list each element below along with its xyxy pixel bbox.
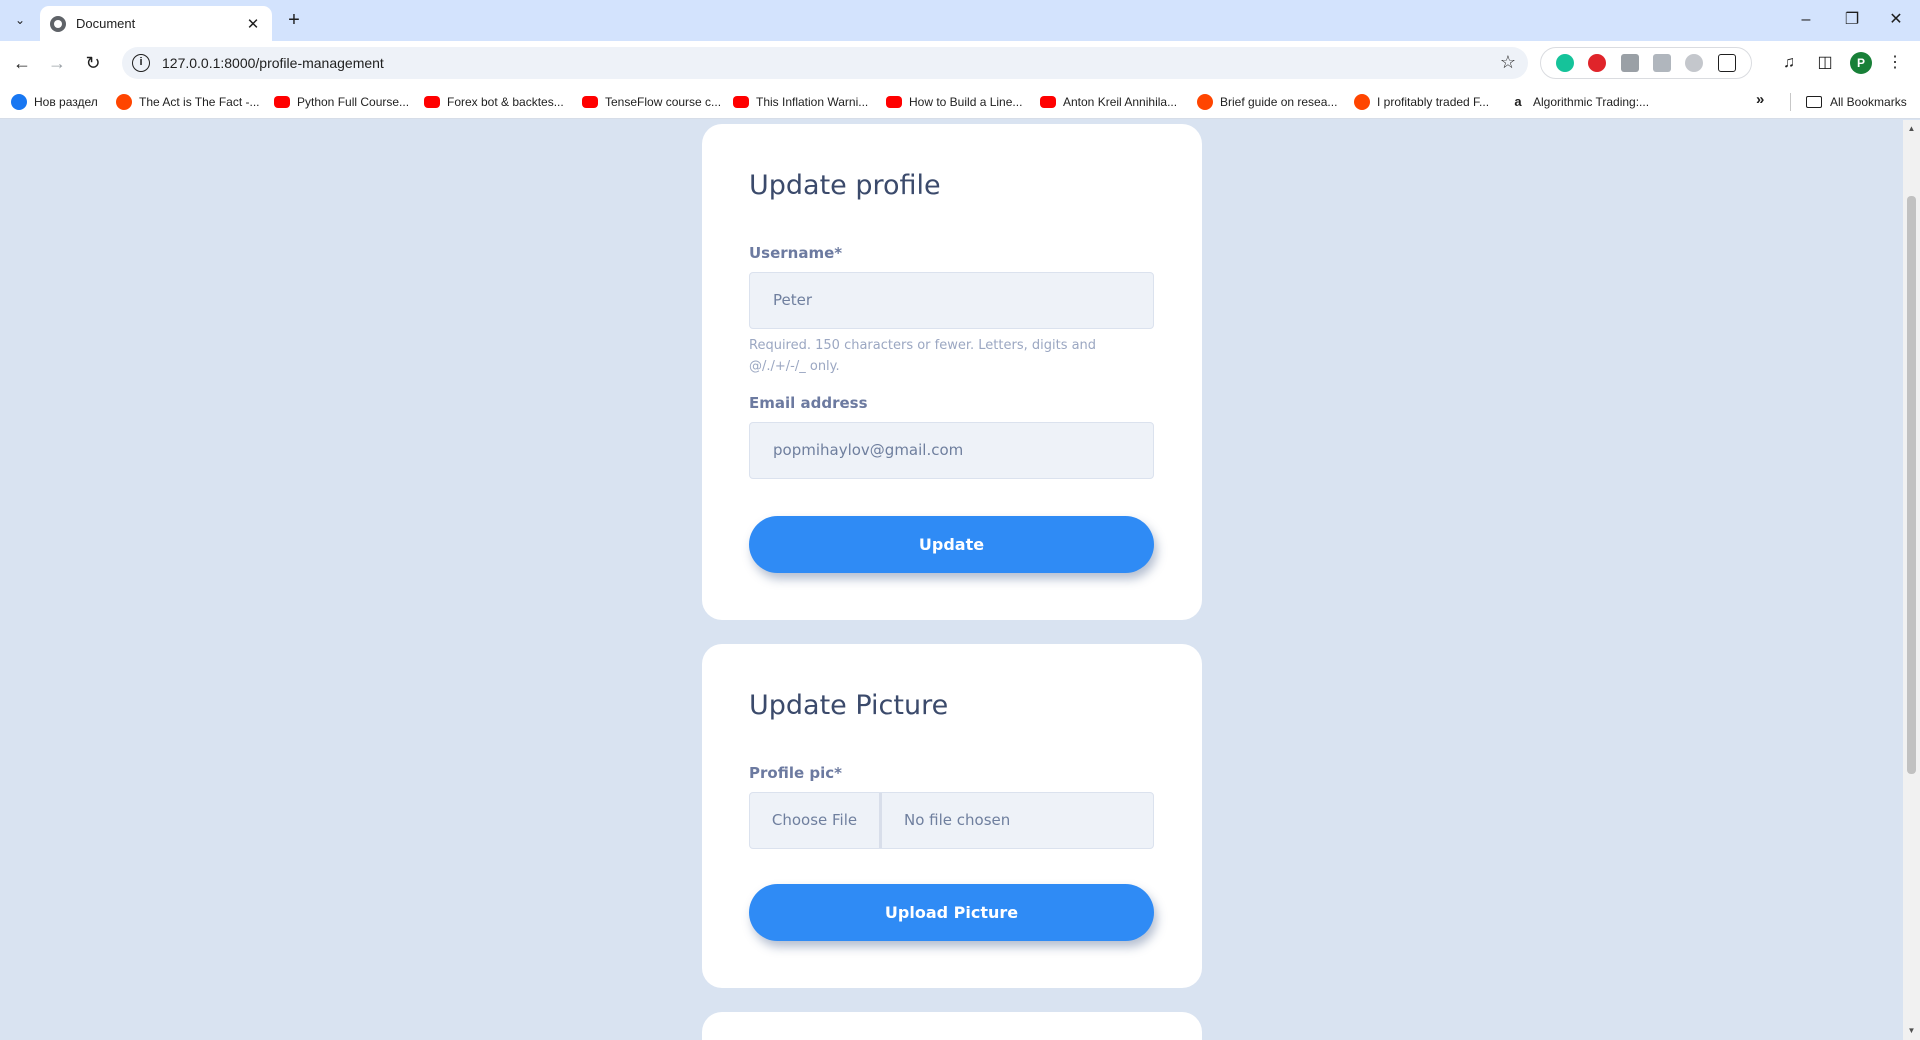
menu-kebab-icon[interactable]: ⋮ — [1884, 52, 1906, 74]
file-name-text: No file chosen — [904, 811, 1011, 829]
next-card — [702, 1012, 1202, 1040]
bookmark-item[interactable]: a Algorithmic Trading:... — [1510, 92, 1649, 112]
update-profile-card: Update profile Username* Peter Required.… — [702, 124, 1202, 620]
browser-toolbar: ← → ↻ i 127.0.0.1:8000/profile-managemen… — [0, 41, 1920, 85]
opera-icon[interactable] — [1588, 54, 1607, 72]
puzzle-icon[interactable] — [1717, 54, 1736, 72]
reload-icon[interactable]: ↻ — [80, 50, 106, 76]
update-button[interactable]: Update — [749, 516, 1154, 573]
username-field[interactable]: Peter — [749, 272, 1154, 329]
bookmark-label: I profitably traded F... — [1377, 95, 1490, 109]
all-bookmarks-button[interactable]: All Bookmarks — [1806, 92, 1907, 112]
restore-icon[interactable]: ❐ — [1836, 8, 1868, 32]
bookmark-item[interactable]: The Act is The Fact -... — [116, 92, 260, 112]
back-arrow-icon[interactable]: ← — [9, 50, 35, 76]
bookmark-item[interactable]: Нов раздел — [11, 92, 98, 112]
tab-search-chevron-icon[interactable]: ⌄ — [8, 8, 32, 32]
all-bookmarks-label: All Bookmarks — [1830, 95, 1907, 109]
youtube-icon — [424, 96, 440, 108]
bookmarks-bar: Нов раздел The Act is The Fact -... Pyth… — [0, 85, 1920, 119]
bookmark-label: Python Full Course... — [297, 95, 410, 109]
youtube-icon — [733, 96, 749, 108]
youtube-icon — [274, 96, 290, 108]
upload-picture-button[interactable]: Upload Picture — [749, 884, 1154, 941]
bookmark-label: Anton Kreil Annihila... — [1063, 95, 1178, 109]
youtube-icon — [582, 96, 598, 108]
tab-close-icon[interactable]: ✕ — [244, 15, 262, 33]
username-label: Username* — [749, 244, 843, 262]
scroll-down-icon[interactable]: ▼ — [1907, 1026, 1916, 1035]
youtube-icon — [886, 96, 902, 108]
scroll-up-icon[interactable]: ▲ — [1907, 124, 1916, 133]
bookmarks-divider — [1790, 93, 1791, 111]
tab-strip: ⌄ Document ✕ + – ❐ ✕ — [0, 0, 1920, 41]
bookmark-item[interactable]: Brief guide on resea... — [1197, 92, 1337, 112]
browser-tab[interactable]: Document ✕ — [40, 6, 272, 41]
bookmarks-overflow-icon[interactable]: » — [1756, 91, 1764, 108]
bookmark-star-icon[interactable]: ☆ — [1500, 52, 1516, 73]
media-control-icon[interactable]: ♫ — [1778, 52, 1800, 74]
email-field[interactable]: popmihaylov@gmail.com — [749, 422, 1154, 479]
forward-arrow-icon[interactable]: → — [44, 50, 70, 76]
facebook-icon — [11, 94, 27, 110]
globe-icon — [50, 15, 66, 32]
bookmark-item[interactable]: Anton Kreil Annihila... — [1040, 92, 1177, 112]
folder-icon — [1806, 96, 1822, 108]
bookmark-label: Algorithmic Trading:... — [1533, 95, 1650, 109]
email-label: Email address — [749, 394, 868, 412]
bookmark-item[interactable]: This Inflation Warni... — [733, 92, 868, 112]
reddit-icon — [116, 94, 132, 110]
site-info-icon[interactable]: i — [132, 54, 150, 72]
address-bar[interactable]: i 127.0.0.1:8000/profile-management ☆ — [122, 47, 1528, 79]
extensions-group — [1540, 47, 1752, 79]
update-picture-title: Update Picture — [749, 690, 949, 721]
bookmark-item[interactable]: I profitably traded F... — [1354, 92, 1489, 112]
eyedropper-icon[interactable] — [1653, 54, 1672, 72]
bookmark-item[interactable]: Python Full Course... — [274, 92, 409, 112]
page-viewport: Update profile Username* Peter Required.… — [0, 120, 1903, 1040]
new-tab-button[interactable]: + — [282, 9, 306, 33]
tab-title: Document — [76, 16, 136, 31]
minimize-icon[interactable]: – — [1790, 8, 1822, 32]
profile-pic-file-input[interactable]: Choose File No file chosen — [749, 792, 1154, 849]
screenshot-icon[interactable] — [1620, 54, 1639, 72]
bookmark-label: TenseFlow course c... — [605, 95, 722, 109]
bookmark-label: How to Build a Line... — [909, 95, 1023, 109]
bookmark-label: Forex bot & backtes... — [447, 95, 564, 109]
page-scrollbar[interactable]: ▲ ▼ — [1903, 120, 1920, 1040]
grammarly-icon[interactable] — [1556, 54, 1575, 72]
scroll-thumb[interactable] — [1907, 196, 1916, 774]
reddit-icon — [1354, 94, 1370, 110]
youtube-icon — [1040, 96, 1056, 108]
profile-avatar[interactable]: P — [1850, 52, 1872, 74]
close-window-icon[interactable]: ✕ — [1880, 8, 1912, 32]
url-text[interactable]: 127.0.0.1:8000/profile-management — [162, 55, 384, 71]
profile-pic-label: Profile pic* — [749, 764, 842, 782]
bookmark-item[interactable]: TenseFlow course c... — [582, 92, 721, 112]
bookmark-item[interactable]: How to Build a Line... — [886, 92, 1022, 112]
choose-file-button[interactable]: Choose File — [750, 793, 882, 848]
update-picture-card: Update Picture Profile pic* Choose File … — [702, 644, 1202, 988]
username-help-text: Required. 150 characters or fewer. Lette… — [749, 338, 1097, 374]
extension-badge-icon[interactable] — [1685, 54, 1704, 72]
bookmark-label: The Act is The Fact -... — [139, 95, 260, 109]
update-profile-title: Update profile — [749, 170, 941, 201]
reddit-icon — [1197, 94, 1213, 110]
amazon-icon: a — [1514, 94, 1522, 109]
bookmark-label: Нов раздел — [34, 95, 98, 109]
bookmark-label: This Inflation Warni... — [756, 95, 869, 109]
bookmark-label: Brief guide on resea... — [1220, 95, 1338, 109]
side-panel-icon[interactable]: ◫ — [1814, 52, 1836, 74]
bookmark-item[interactable]: Forex bot & backtes... — [424, 92, 564, 112]
